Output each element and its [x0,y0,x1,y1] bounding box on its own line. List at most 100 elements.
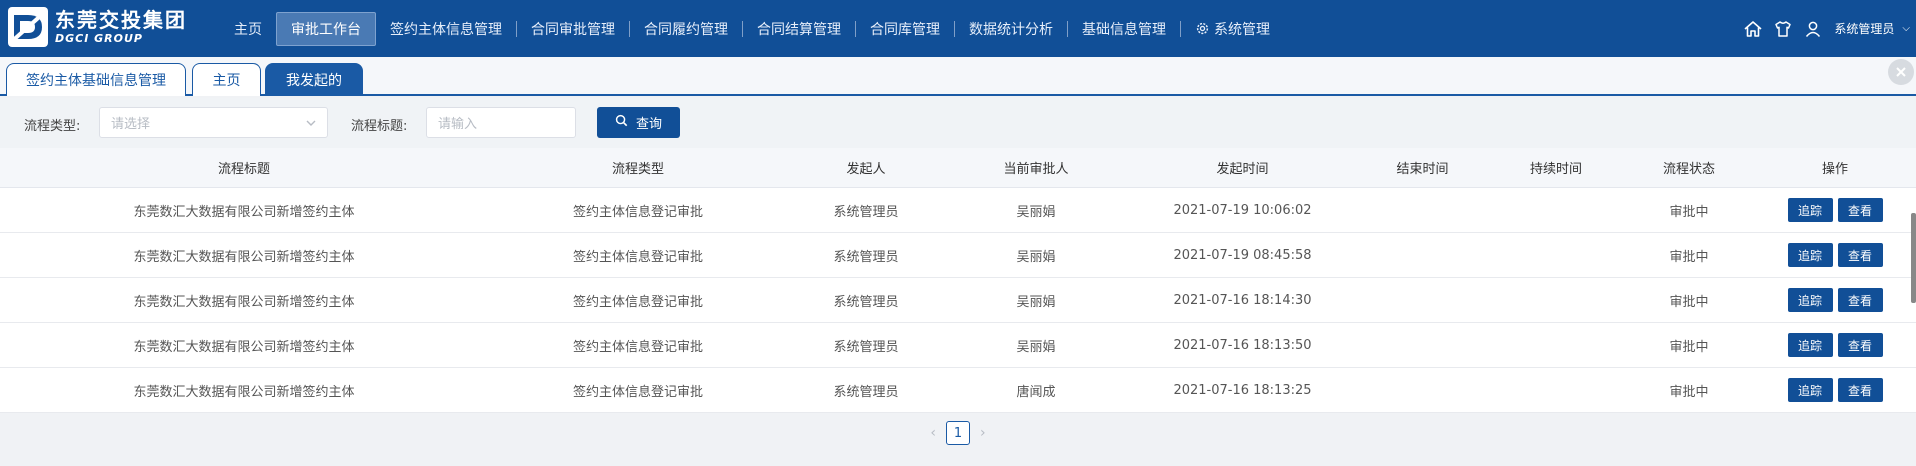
start-time-cell: 2021-07-19 08:45:58 [1173,247,1312,263]
nav-item-label: 主页 [234,21,262,38]
process-type-select[interactable]: 请选择 [99,107,328,138]
process-title-cell: 东莞数汇大数据有限公司新增签约主体 [133,384,355,400]
tab-contract-party-info[interactable]: 签约主体基础信息管理 [6,63,186,96]
home-icon[interactable] [1742,18,1764,40]
approver-cell: 吴丽娟 [1016,249,1056,265]
view-button[interactable]: 查看 [1837,243,1883,267]
initiator-cell: 系统管理员 [833,339,899,355]
column-header[interactable]: 结束时间 [1357,158,1488,177]
approver-cell: 吴丽娟 [1016,339,1056,355]
nav-item-contract-party[interactable]: 签约主体信息管理 [376,0,516,57]
column-header[interactable]: 流程标题 [0,158,488,177]
tab-my-initiated[interactable]: 我发起的 [265,63,363,96]
status-cell: 审批中 [1669,339,1709,355]
process-type-placeholder: 请选择 [111,117,151,132]
start-time-cell: 2021-07-16 18:14:30 [1173,292,1312,308]
table-row[interactable]: 东莞数汇大数据有限公司新增签约主体 签约主体信息登记审批 系统管理员 吴丽娟 2… [0,323,1916,368]
table-row[interactable]: 东莞数汇大数据有限公司新增签约主体 签约主体信息登记审批 系统管理员 吴丽娟 2… [0,233,1916,278]
nav-item-label: 合同履约管理 [644,21,728,38]
query-button[interactable]: 查询 [597,107,680,138]
top-navbar: 东莞交投集团 DGCI GROUP 主页 审批工作台 签约主体信息管理 合同审批… [0,0,1916,57]
nav-item-home[interactable]: 主页 [220,0,276,57]
page-number-current[interactable]: 1 [946,421,970,445]
track-button[interactable]: 追踪 [1787,333,1833,357]
nav-item-label: 合同审批管理 [531,21,615,38]
close-all-icon[interactable] [1888,59,1914,85]
track-button[interactable]: 追踪 [1787,288,1833,312]
filter-bar: 流程类型: 请选择 流程标题: 请输入 查询 [0,98,1916,148]
query-button-label: 查询 [635,117,662,132]
shirt-icon[interactable] [1772,18,1794,40]
column-header[interactable]: 流程类型 [488,158,788,177]
column-header[interactable]: 操作 [1754,158,1916,177]
process-type-cell: 签约主体信息登记审批 [572,384,703,400]
process-title-cell: 东莞数汇大数据有限公司新增签约主体 [133,294,355,310]
view-button[interactable]: 查看 [1837,333,1883,357]
nav-item-label: 基础信息管理 [1082,21,1166,38]
process-type-label: 流程类型: [24,119,81,134]
brand-logo[interactable]: 东莞交投集团 DGCI GROUP [8,7,187,47]
table-row[interactable]: 东莞数汇大数据有限公司新增签约主体 签约主体信息登记审批 系统管理员 吴丽娟 2… [0,278,1916,323]
current-user-name[interactable]: 系统管理员 [1834,20,1894,37]
actions-cell: 追踪 查看 [1754,333,1916,357]
nav-item-contract-settlement[interactable]: 合同结算管理 [743,0,855,57]
nav-item-approval-workbench[interactable]: 审批工作台 [276,11,376,46]
initiator-cell: 系统管理员 [833,204,899,220]
track-button[interactable]: 追踪 [1787,243,1833,267]
next-page-button[interactable]: › [980,425,986,441]
column-header[interactable]: 流程状态 [1624,158,1754,177]
nav-item-label: 系统管理 [1214,21,1270,38]
column-header[interactable]: 发起时间 [1128,158,1357,177]
approver-cell: 吴丽娟 [1016,294,1056,310]
process-title-cell: 东莞数汇大数据有限公司新增签约主体 [133,249,355,265]
chevron-down-icon [305,117,317,129]
status-cell: 审批中 [1669,384,1709,400]
process-title-input[interactable]: 请输入 [426,107,576,138]
nav-item-system-management[interactable]: 系统管理 [1181,0,1284,57]
process-type-cell: 签约主体信息登记审批 [572,204,703,220]
start-time-cell: 2021-07-16 18:13:50 [1173,337,1312,353]
process-table: 流程标题 流程类型 发起人 当前审批人 发起时间 结束时间 持续时间 流程状态 … [0,148,1916,413]
tab-home[interactable]: 主页 [192,63,261,96]
gear-icon [1195,21,1210,36]
nav-item-data-statistics[interactable]: 数据统计分析 [955,0,1067,57]
nav-item-contract-library[interactable]: 合同库管理 [856,0,954,57]
table-row[interactable]: 东莞数汇大数据有限公司新增签约主体 签约主体信息登记审批 系统管理员 唐闻成 2… [0,368,1916,413]
table-row[interactable]: 东莞数汇大数据有限公司新增签约主体 签约主体信息登记审批 系统管理员 吴丽娟 2… [0,188,1916,233]
view-button[interactable]: 查看 [1837,198,1883,222]
prev-page-button[interactable]: ‹ [930,425,936,441]
column-header[interactable]: 发起人 [788,158,944,177]
view-button[interactable]: 查看 [1837,378,1883,402]
actions-cell: 追踪 查看 [1754,288,1916,312]
user-toolbar: 系统管理员 ⌵ [1742,0,1910,57]
initiator-cell: 系统管理员 [833,249,899,265]
vertical-scrollbar[interactable] [1911,213,1916,303]
actions-cell: 追踪 查看 [1754,243,1916,267]
column-header[interactable]: 当前审批人 [944,158,1128,177]
brand-name-en: DGCI GROUP [55,32,143,45]
user-icon[interactable] [1802,18,1824,40]
nav-item-basic-info[interactable]: 基础信息管理 [1068,0,1180,57]
process-title-cell: 东莞数汇大数据有限公司新增签约主体 [133,339,355,355]
initiator-cell: 系统管理员 [833,384,899,400]
nav-item-contract-approval[interactable]: 合同审批管理 [517,0,629,57]
brand-name-cn: 东莞交投集团 [55,8,187,32]
nav-item-label: 合同结算管理 [757,21,841,38]
nav-item-contract-performance[interactable]: 合同履约管理 [630,0,742,57]
search-icon [615,114,628,131]
main-nav: 主页 审批工作台 签约主体信息管理 合同审批管理 合同履约管理 合同结算管理 合… [220,0,1284,57]
process-type-cell: 签约主体信息登记审批 [572,249,703,265]
process-title-label: 流程标题: [351,119,408,134]
track-button[interactable]: 追踪 [1787,378,1833,402]
logo-mark-icon [8,7,48,47]
table-header: 流程标题 流程类型 发起人 当前审批人 发起时间 结束时间 持续时间 流程状态 … [0,148,1916,188]
process-type-cell: 签约主体信息登记审批 [572,294,703,310]
chevron-down-icon[interactable]: ⌵ [1902,23,1910,34]
track-button[interactable]: 追踪 [1787,198,1833,222]
actions-cell: 追踪 查看 [1754,198,1916,222]
column-header[interactable]: 持续时间 [1488,158,1624,177]
start-time-cell: 2021-07-16 18:13:25 [1173,382,1312,398]
process-title-placeholder: 请输入 [438,117,478,132]
pagination: ‹ 1 › [0,418,1916,448]
view-button[interactable]: 查看 [1837,288,1883,312]
